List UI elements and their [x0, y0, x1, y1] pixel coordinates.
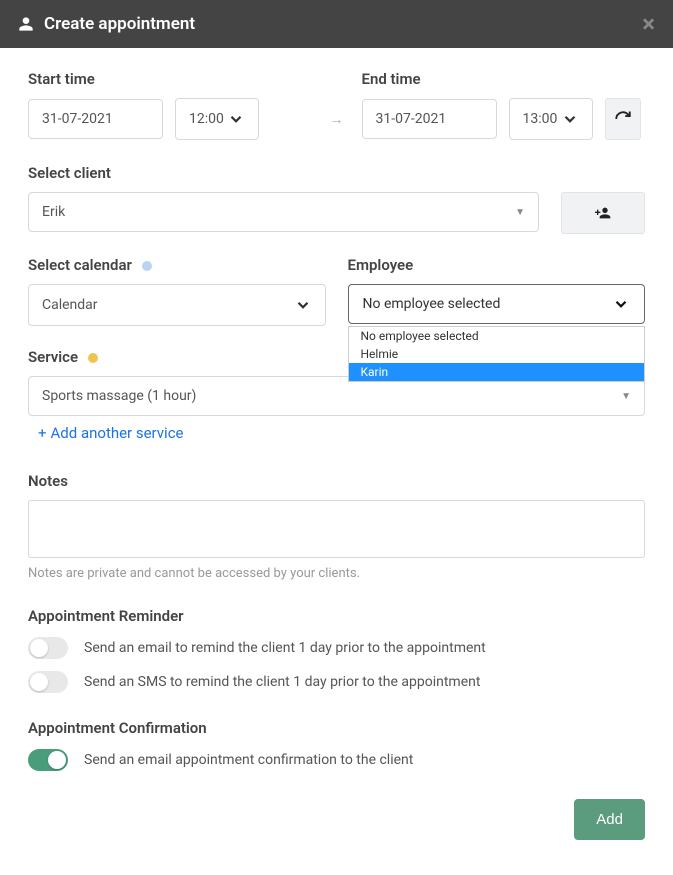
- start-time-col: Start time 31-07-2021 12:00: [28, 70, 312, 140]
- service-dot-icon: [88, 353, 98, 363]
- arrow-right-icon: →: [324, 98, 350, 140]
- calendar-col: Select calendar Calendar: [28, 256, 326, 326]
- client-row: Select client Erik ▼: [28, 164, 645, 234]
- chevron-down-icon: [294, 296, 312, 314]
- employee-option[interactable]: Karin: [349, 363, 645, 381]
- notes-hint: Notes are private and cannot be accessed…: [28, 566, 645, 581]
- chevron-down-icon: [612, 295, 630, 313]
- client-select[interactable]: Erik ▼: [28, 192, 539, 232]
- end-date-input[interactable]: 31-07-2021: [362, 99, 497, 139]
- modal-title: Create appointment: [44, 14, 195, 34]
- modal-header: Create appointment ×: [0, 0, 673, 48]
- start-time-value: 12:00: [189, 111, 224, 127]
- confirmation-email-toggle[interactable]: [28, 749, 68, 771]
- select-calendar-label: Select calendar: [28, 256, 326, 274]
- modal-body: Start time 31-07-2021 12:00 → End time: [0, 48, 673, 862]
- select-calendar-label-text: Select calendar: [28, 256, 132, 274]
- employee-option[interactable]: No employee selected: [349, 327, 645, 345]
- end-time-col: End time 31-07-2021 13:00: [362, 70, 646, 140]
- employee-option[interactable]: Helmie: [349, 345, 645, 363]
- close-icon[interactable]: ×: [642, 12, 655, 36]
- service-select[interactable]: Sports massage (1 hour) ▼: [28, 376, 645, 416]
- employee-label: Employee: [348, 256, 646, 274]
- reminder-sms-text: Send an SMS to remind the client 1 day p…: [84, 674, 480, 690]
- add-button[interactable]: Add: [574, 799, 645, 840]
- employee-dropdown: No employee selected Helmie Karin: [348, 326, 646, 382]
- reminder-email-toggle[interactable]: [28, 637, 68, 659]
- client-value: Erik: [42, 204, 65, 220]
- start-date-value: 31-07-2021: [42, 111, 113, 127]
- notes-label: Notes: [28, 472, 645, 490]
- chevron-down-icon: [561, 110, 579, 128]
- confirmation-email-text: Send an email appointment confirmation t…: [84, 752, 413, 768]
- reminder-section: Appointment Reminder Send an email to re…: [28, 607, 645, 693]
- confirmation-label: Appointment Confirmation: [28, 719, 645, 737]
- confirmation-email-row: Send an email appointment confirmation t…: [28, 749, 645, 771]
- employee-select[interactable]: No employee selected: [348, 284, 646, 324]
- add-another-service-label: Add another service: [51, 424, 184, 442]
- employee-col: Employee No employee selected No employe…: [348, 256, 646, 326]
- start-time-input[interactable]: 12:00: [175, 98, 259, 140]
- notes-textarea[interactable]: [28, 500, 645, 558]
- end-date-value: 31-07-2021: [376, 111, 447, 127]
- plus-icon: +: [38, 424, 47, 442]
- select-client-label: Select client: [28, 164, 645, 182]
- chevron-down-icon: ▼: [515, 207, 525, 218]
- end-time-input[interactable]: 13:00: [509, 98, 593, 140]
- add-client-button[interactable]: [561, 192, 645, 234]
- create-appointment-modal: Create appointment × Start time 31-07-20…: [0, 0, 673, 862]
- calendar-value: Calendar: [42, 297, 98, 313]
- end-time-value: 13:00: [523, 111, 558, 127]
- reminder-email-row: Send an email to remind the client 1 day…: [28, 637, 645, 659]
- reminder-sms-toggle[interactable]: [28, 671, 68, 693]
- calendar-select[interactable]: Calendar: [28, 284, 326, 326]
- reminder-email-text: Send an email to remind the client 1 day…: [84, 640, 486, 656]
- service-label-text: Service: [28, 348, 78, 366]
- calendar-dot-icon: [142, 261, 152, 271]
- chevron-down-icon: ▼: [621, 391, 631, 402]
- modal-footer: Add: [28, 799, 645, 840]
- notes-row: Notes Notes are private and cannot be ac…: [28, 472, 645, 581]
- end-time-label: End time: [362, 70, 646, 88]
- add-another-service-link[interactable]: + Add another service: [28, 416, 194, 450]
- person-icon: [18, 16, 34, 32]
- confirmation-section: Appointment Confirmation Send an email a…: [28, 719, 645, 771]
- reminder-label: Appointment Reminder: [28, 607, 645, 625]
- employee-value: No employee selected: [363, 296, 501, 312]
- service-value: Sports massage (1 hour): [42, 388, 196, 404]
- reminder-sms-row: Send an SMS to remind the client 1 day p…: [28, 671, 645, 693]
- start-date-input[interactable]: 31-07-2021: [28, 99, 163, 139]
- calendar-employee-row: Select calendar Calendar Employee No emp…: [28, 256, 645, 326]
- chevron-down-icon: [227, 110, 245, 128]
- start-time-label: Start time: [28, 70, 312, 88]
- refresh-button[interactable]: [605, 98, 641, 140]
- time-row: Start time 31-07-2021 12:00 → End time: [28, 70, 645, 140]
